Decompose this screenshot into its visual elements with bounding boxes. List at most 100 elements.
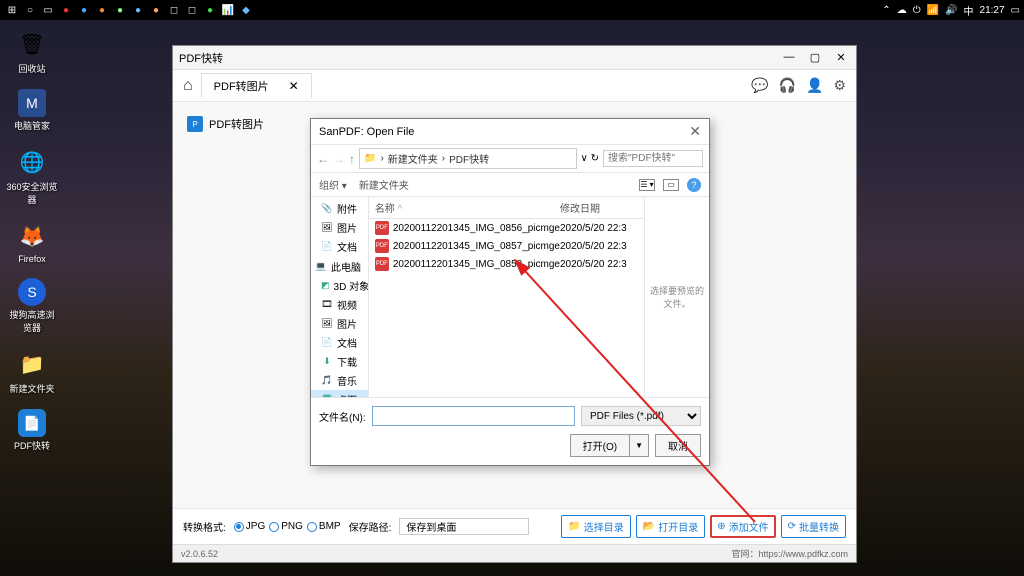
app-icon-1[interactable]: ● [58, 2, 74, 18]
nav-videos[interactable]: 🎞视频 [311, 295, 368, 314]
close-button[interactable]: ✕ [832, 51, 850, 64]
open-dropdown-icon[interactable]: ▼ [630, 434, 649, 457]
app-icon-7[interactable]: ◻ [166, 2, 182, 18]
tray-sound-icon[interactable]: 🔊 [945, 5, 957, 16]
file-header[interactable]: 名称 ^ 修改日期 [369, 197, 644, 219]
headphones-icon[interactable]: 🎧 [779, 77, 796, 94]
nav-back-icon[interactable]: ← [317, 152, 329, 166]
tab-close-icon[interactable]: ✕ [289, 79, 299, 93]
desktop-icon-recycle[interactable]: 🗑回收站 [6, 28, 58, 75]
tray-notif-icon[interactable]: ▭ [1011, 5, 1020, 16]
nav-pictures2[interactable]: 🖼图片 [311, 314, 368, 333]
desktop-icon-pdfkz[interactable]: 📄PDF快转 [6, 409, 58, 452]
select-dir-button[interactable]: 📁选择目录 [561, 515, 630, 538]
chat-icon[interactable]: 💬 [751, 77, 768, 94]
dialog-titlebar[interactable]: SanPDF: Open File ✕ [311, 119, 709, 145]
breadcrumb[interactable]: 📁 › 新建文件夹 › PDF快转 [359, 148, 577, 169]
dialog-close-icon[interactable]: ✕ [689, 123, 701, 140]
save-path-input[interactable] [399, 518, 529, 535]
nav-up-icon[interactable]: ↑ [349, 152, 355, 166]
nav-downloads[interactable]: ⬇下载 [311, 352, 368, 371]
search-input[interactable] [603, 150, 703, 167]
start-icon[interactable]: ⊞ [4, 2, 20, 18]
nav-3dobjects[interactable]: ◩3D 对象 [311, 276, 368, 295]
folder-icon: 📁 [364, 153, 376, 164]
desktop-icon-pcmgr[interactable]: M电脑管家 [6, 89, 58, 132]
radio-jpg[interactable]: JPG [234, 521, 265, 532]
desktop-icons: 🗑回收站 M电脑管家 🌐360安全浏览器 🦊Firefox S搜狗高速浏览器 📁… [6, 28, 58, 452]
pdf-icon: P [187, 116, 203, 132]
version-label: v2.0.6.52 [181, 549, 218, 559]
app-titlebar[interactable]: PDF快转 — ▢ ✕ [173, 46, 856, 70]
col-date[interactable]: 修改日期 [560, 200, 638, 215]
app-icon-3[interactable]: ● [94, 2, 110, 18]
app-icon-9[interactable]: ● [202, 2, 218, 18]
app-title: PDF快转 [179, 50, 223, 66]
tray-ime[interactable]: 中 [964, 3, 974, 18]
open-dir-button[interactable]: 📂打开目录 [636, 515, 705, 538]
desktop-icon-firefox[interactable]: 🦊Firefox [6, 220, 58, 264]
desktop-icon-sogou[interactable]: S搜狗高速浏览器 [6, 278, 58, 334]
batch-convert-button[interactable]: ⟳批量转换 [781, 515, 846, 538]
organize-menu[interactable]: 组织 ▾ [319, 177, 347, 192]
tray-time: 21:27 [980, 5, 1005, 16]
nav-documents[interactable]: 📄文档 [311, 237, 368, 256]
app-icon-5[interactable]: ● [130, 2, 146, 18]
taskbar-left: ⊞ ○ ▭ ● ● ● ● ● ● ◻ ◻ ● 📊 ◆ [4, 2, 254, 18]
filetype-select[interactable]: PDF Files (*.pdf) [581, 406, 701, 426]
radio-png[interactable]: PNG [269, 521, 303, 532]
app-statusbar: v2.0.6.52 官网：https://www.pdfkz.com [173, 544, 856, 562]
tray-power-icon[interactable]: ⏻ [913, 5, 921, 16]
user-icon[interactable]: 👤 [806, 77, 823, 94]
dialog-nav: ← → ↑ 📁 › 新建文件夹 › PDF快转 ∨ ↻ [311, 145, 709, 173]
folder-icon: 📁 [568, 521, 580, 532]
dialog-footer: 文件名(N): PDF Files (*.pdf) 打开(O) ▼ 取消 [311, 397, 709, 465]
taskview-icon[interactable]: ▭ [40, 2, 56, 18]
home-icon[interactable]: ⌂ [183, 77, 193, 95]
open-button[interactable]: 打开(O) [570, 434, 630, 457]
nav-pictures[interactable]: 🖼图片 [311, 218, 368, 237]
convert-icon: ⟳ [788, 521, 796, 532]
app-icon-6[interactable]: ● [148, 2, 164, 18]
nav-desktop[interactable]: 🖥桌面 [311, 390, 368, 397]
maximize-button[interactable]: ▢ [806, 51, 824, 64]
nav-music[interactable]: 🎵音乐 [311, 371, 368, 390]
app-icon-10[interactable]: 📊 [220, 2, 236, 18]
pdf-file-icon: PDF [375, 221, 389, 235]
save-path-label: 保存路径: [349, 519, 392, 534]
tab-label: PDF转图片 [214, 78, 269, 94]
app-icon-2[interactable]: ● [76, 2, 92, 18]
tray-cloud-icon[interactable]: ☁ [897, 5, 907, 16]
desktop-icon-newfolder[interactable]: 📁新建文件夹 [6, 348, 58, 395]
file-row[interactable]: PDF20200112201345_IMG_0857_picmge2020/5/… [369, 237, 644, 255]
settings-icon[interactable]: ⚙ [833, 77, 846, 94]
nav-forward-icon[interactable]: → [333, 152, 345, 166]
app-icon-4[interactable]: ● [112, 2, 128, 18]
nav-pane: 📎附件 🖼图片 📄文档 💻此电脑 ◩3D 对象 🎞视频 🖼图片 📄文档 ⬇下载 … [311, 197, 369, 397]
preview-pane-icon[interactable]: ▭ [663, 179, 679, 191]
filename-input[interactable] [372, 406, 575, 426]
new-folder-button[interactable]: 新建文件夹 [359, 177, 409, 192]
tray-wifi-icon[interactable]: 📶 [927, 5, 939, 16]
file-row[interactable]: PDF20200112201345_IMG_0858_picmge2020/5/… [369, 255, 644, 273]
nav-thispc[interactable]: 💻此电脑 [311, 256, 368, 276]
desktop-icon-360[interactable]: 🌐360安全浏览器 [6, 146, 58, 206]
site-label: 官网：https://www.pdfkz.com [731, 547, 848, 560]
radio-bmp[interactable]: BMP [307, 521, 341, 532]
app-footer: 转换格式: JPG PNG BMP 保存路径: 📁选择目录 📂打开目录 ⊕添加文… [173, 508, 856, 544]
file-row[interactable]: PDF20200112201345_IMG_0856_picmge2020/5/… [369, 219, 644, 237]
cancel-button[interactable]: 取消 [655, 434, 701, 457]
cortana-icon[interactable]: ○ [22, 2, 38, 18]
help-icon[interactable]: ? [687, 178, 701, 192]
nav-documents2[interactable]: 📄文档 [311, 333, 368, 352]
add-file-button[interactable]: ⊕添加文件 [710, 515, 775, 538]
app-icon-11[interactable]: ◆ [238, 2, 254, 18]
col-name[interactable]: 名称 ^ [375, 200, 560, 215]
minimize-button[interactable]: — [780, 51, 798, 64]
tray-caret-icon[interactable]: ⌃ [882, 5, 890, 16]
app-icon-8[interactable]: ◻ [184, 2, 200, 18]
tab-pdf-to-image[interactable]: PDF转图片 ✕ [201, 73, 312, 98]
view-mode-icon[interactable]: ☰ ▾ [639, 179, 655, 191]
refresh-icon[interactable]: ∨ ↻ [581, 153, 599, 164]
nav-attachments[interactable]: 📎附件 [311, 199, 368, 218]
